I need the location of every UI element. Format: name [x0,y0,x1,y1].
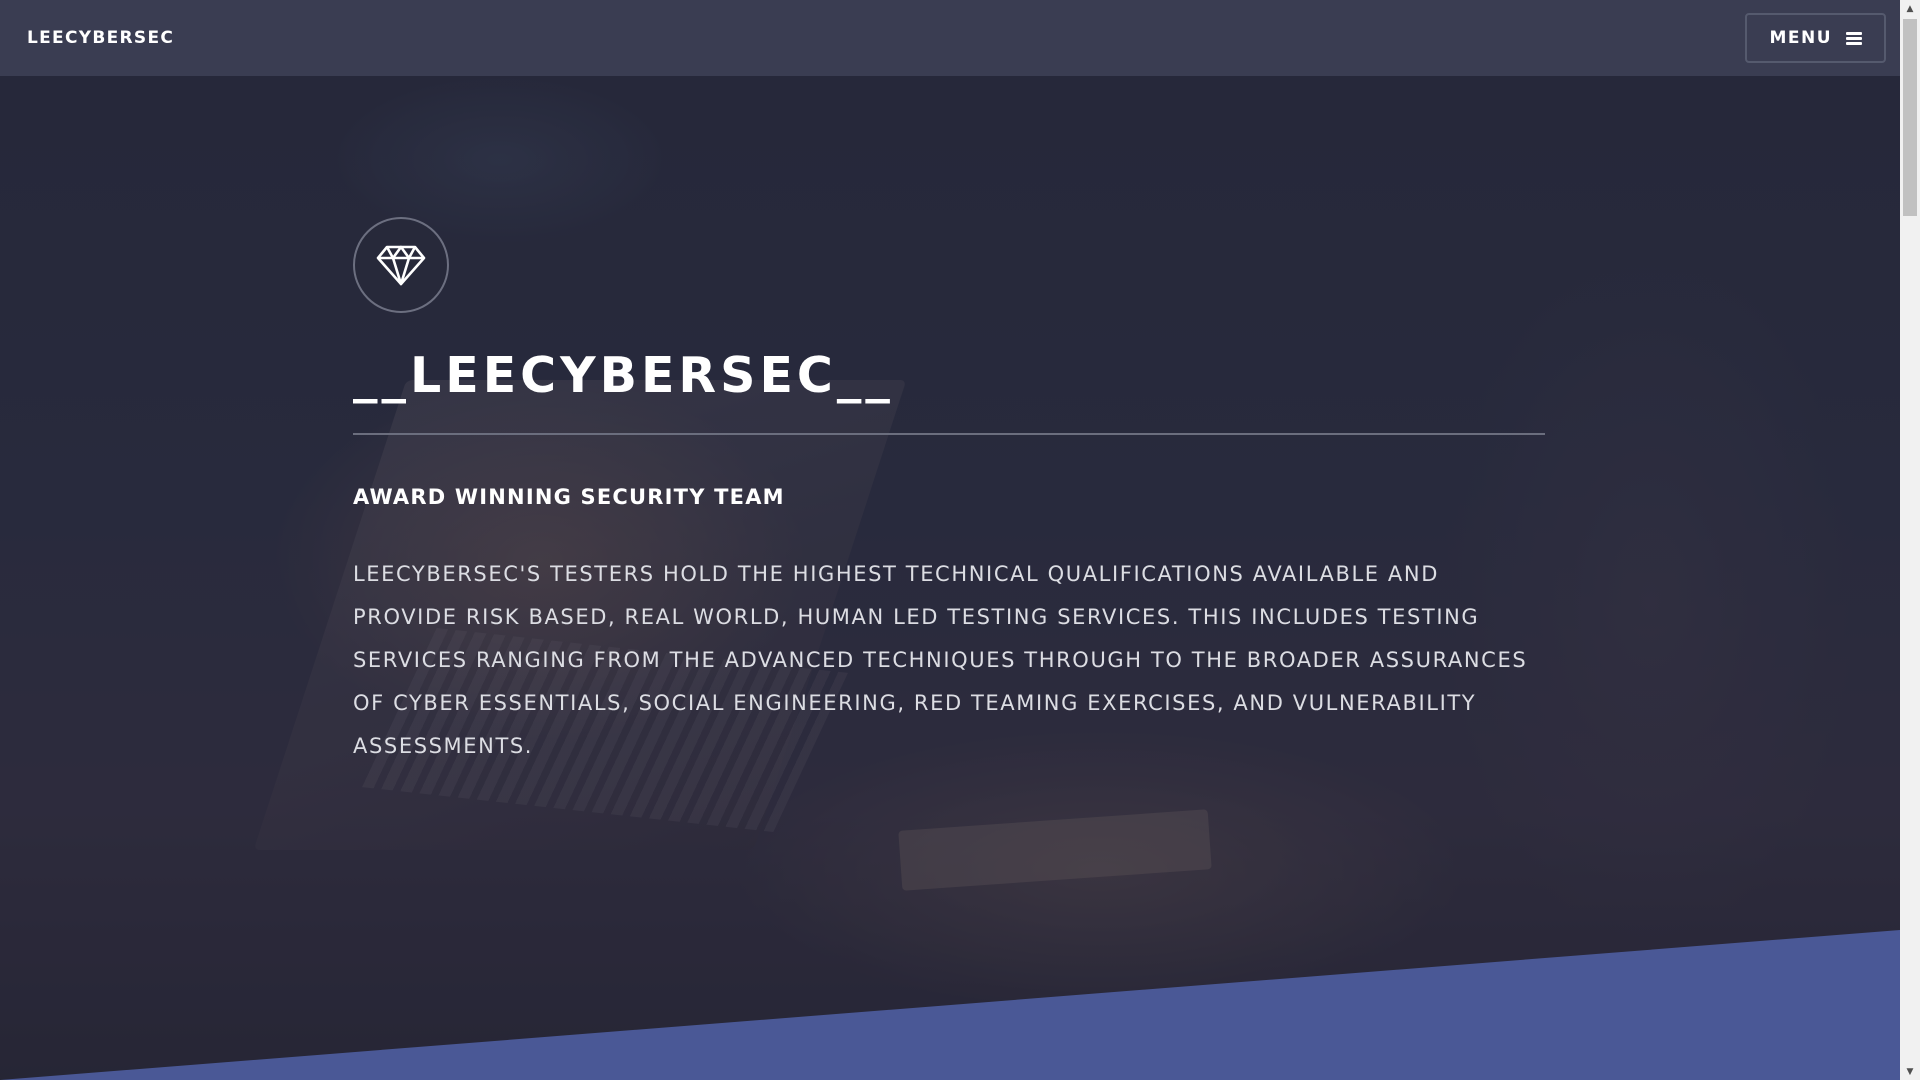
scrollbar-thumb[interactable] [1903,19,1917,216]
menu-label: MENU [1769,28,1832,48]
hamburger-icon [1846,31,1862,45]
hero-content: __LEECYBERSEC__ AWARD WINNING SECURITY T… [353,217,1545,768]
brand-link[interactable]: LEECYBERSEC [27,28,174,48]
scroll-up-arrow-icon[interactable]: ▲ [1900,0,1920,17]
logo-badge [353,217,449,313]
vertical-scrollbar[interactable]: ▲ ▼ [1900,0,1920,1080]
hero-description: LEECYBERSEC'S TESTERS HOLD THE HIGHEST T… [353,562,1528,758]
diamond-icon [376,245,426,286]
page-title: __LEECYBERSEC__ [353,347,894,404]
page: LEECYBERSEC MENU __LEECYBERSEC__ AWARD W… [0,0,1920,1080]
hero-subtitle: AWARD WINNING SECURITY TEAM [353,485,785,509]
menu-button[interactable]: MENU [1745,13,1886,63]
title-divider [353,433,1545,435]
top-navbar: LEECYBERSEC MENU [0,0,1900,76]
scroll-down-arrow-icon[interactable]: ▼ [1900,1063,1920,1080]
